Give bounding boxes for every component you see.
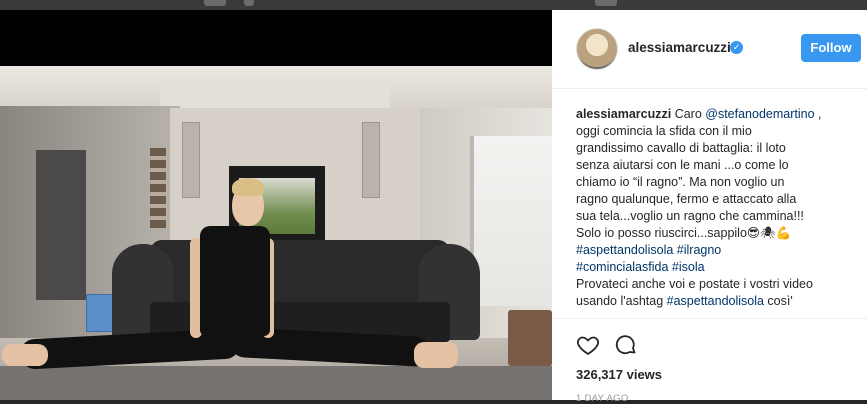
scene-speaker-left [182, 122, 200, 198]
caption-line: Provateci anche voi e postate i vostri v… [576, 277, 813, 291]
caption-text: così' [763, 294, 793, 308]
caption-text: Caro [674, 107, 706, 121]
backdrop-blob [204, 0, 226, 6]
scene-rug [0, 366, 552, 400]
video-frame[interactable] [0, 66, 552, 400]
caption-line: senza aiutarsi con le mani ...o come lo [576, 158, 789, 172]
backdrop-blob [595, 0, 617, 6]
post-timestamp: 1 DAY AGO [576, 393, 629, 404]
caption-line: grandissimo cavallo di battaglia: il lot… [576, 141, 786, 155]
caption-text: , [814, 107, 822, 121]
person-foot-right [414, 342, 458, 368]
post-actions: 326,317 views 1 DAY AGO [552, 318, 867, 404]
caption-line: usando l'ashtag #aspettandolisola così' [576, 293, 858, 310]
post-caption: alessiamarcuzzi Caro @stefanodemartino ,… [576, 106, 858, 310]
heart-icon[interactable] [576, 333, 600, 357]
scene-window [470, 136, 552, 306]
avatar[interactable] [576, 28, 618, 70]
comment-icon[interactable] [614, 333, 638, 357]
caption-line: oggi comincia la sfida con il mio [576, 124, 752, 138]
caption-line: ragno qualunque, fermo e attaccato alla [576, 192, 797, 206]
top-backdrop-strip [0, 0, 867, 10]
caption-line: Solo io posso riuscirci...sappilo😎🕷💪 [576, 226, 792, 240]
person-hair [232, 178, 264, 196]
video-player[interactable] [0, 10, 552, 400]
view-count: 326,317 views [576, 367, 663, 382]
post-side-panel: alessiamarcuzzi ✓ Follow alessiamarcuzzi… [552, 10, 867, 404]
backdrop-blob [244, 0, 254, 6]
person-foot-left [2, 344, 48, 366]
verified-badge-icon: ✓ [730, 41, 743, 54]
hashtag-link[interactable]: #aspettandolisola [576, 243, 673, 257]
mention-link[interactable]: @stefanodemartino [705, 107, 814, 121]
caption-line: sua tela...voglio un ragno che cammina!!… [576, 209, 804, 223]
caption-line: chiamo io “il ragno”. Ma non voglio un [576, 175, 785, 189]
hashtag-link[interactable]: #ilragno [677, 243, 721, 257]
caption-line: alessiamarcuzzi Caro @stefanodemartino , [576, 106, 858, 123]
caption-line: #comincialasfida #isola [576, 259, 858, 276]
follow-button[interactable]: Follow [801, 34, 861, 62]
scene-bookshelf [150, 148, 166, 228]
hashtag-link[interactable]: #comincialasfida [576, 260, 668, 274]
scene-doorway [36, 150, 86, 300]
username-link[interactable]: alessiamarcuzzi [628, 40, 731, 55]
scene-speaker-right [362, 122, 380, 198]
caption-line: #aspettandolisola #ilragno [576, 242, 858, 259]
hashtag-link[interactable]: #aspettandolisola [667, 294, 764, 308]
video-letterbox [0, 10, 552, 66]
post-header: alessiamarcuzzi ✓ Follow [552, 10, 867, 89]
hashtag-link[interactable]: #isola [672, 260, 705, 274]
caption-author-link[interactable]: alessiamarcuzzi [576, 107, 671, 121]
caption-text: usando l'ashtag [576, 294, 667, 308]
person-torso [200, 226, 270, 336]
scene-planter [508, 310, 552, 366]
